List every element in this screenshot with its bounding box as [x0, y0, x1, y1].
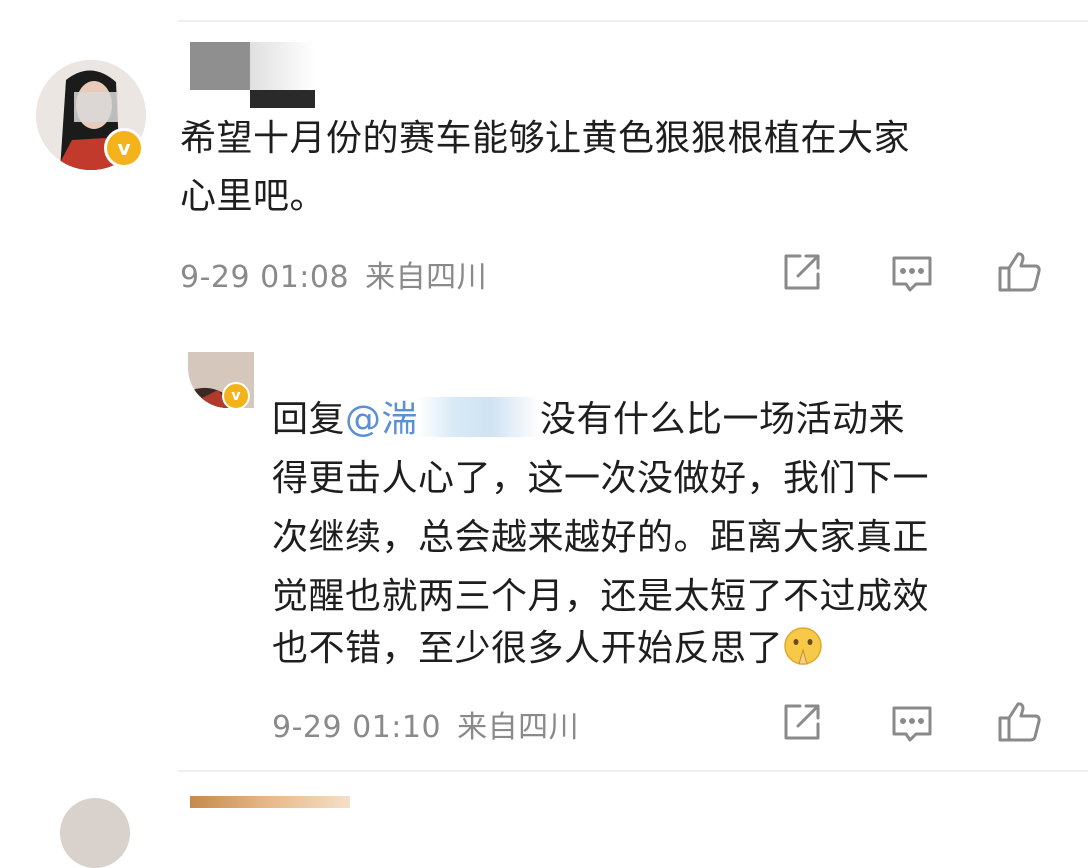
comment-text-line2: 心里吧。: [180, 176, 327, 217]
next-avatar[interactable]: [60, 798, 130, 868]
comment-location: 来自四川: [365, 260, 488, 295]
reply-text-line4: 觉醒也就两三个月，还是太短了不过成效: [272, 576, 930, 617]
share-icon[interactable]: [778, 698, 826, 746]
verified-badge: v: [222, 382, 250, 410]
reply-text-line1: 回复@湍 没有什么比一场活动来: [272, 393, 905, 446]
share-icon[interactable]: [778, 248, 826, 296]
like-icon[interactable]: [996, 698, 1044, 746]
mention-redacted: [418, 397, 541, 437]
bottom-divider: [178, 770, 1088, 772]
reply-meta: 9-29 01:10 来自四川: [272, 702, 579, 746]
comment-time: 9-29 01:08: [180, 260, 350, 295]
reply-text-line2: 得更击人心了，这一次没做好，我们下一: [272, 458, 930, 499]
reply-line1-rest: 没有什么比一场活动来: [540, 399, 906, 440]
reply-location: 来自四川: [457, 710, 580, 745]
reply-prefix: 回复: [272, 399, 346, 440]
top-divider: [178, 20, 1088, 22]
reply-text-line3: 次继续，总会越来越好的。距离大家真正: [272, 517, 930, 558]
comment-icon[interactable]: [888, 250, 936, 298]
mention-link[interactable]: @湍: [345, 399, 418, 440]
comment-text-line1: 希望十月份的赛车能够让黄色狠狠根植在大家: [180, 118, 911, 159]
comment-meta: 9-29 01:08 来自四川: [180, 252, 487, 296]
username-redacted[interactable]: [190, 30, 325, 110]
reply-time: 9-29 01:10: [272, 710, 442, 745]
reply-line5-text: 也不错，至少很多人开始反思了: [272, 628, 784, 669]
reply-text-line5: 也不错，至少很多人开始反思了: [272, 622, 823, 675]
comment-icon[interactable]: [888, 700, 936, 748]
verified-badge: v: [104, 128, 144, 168]
praying-face-emoji: [784, 627, 822, 665]
like-icon[interactable]: [996, 248, 1044, 296]
next-username-redacted[interactable]: [190, 796, 350, 808]
